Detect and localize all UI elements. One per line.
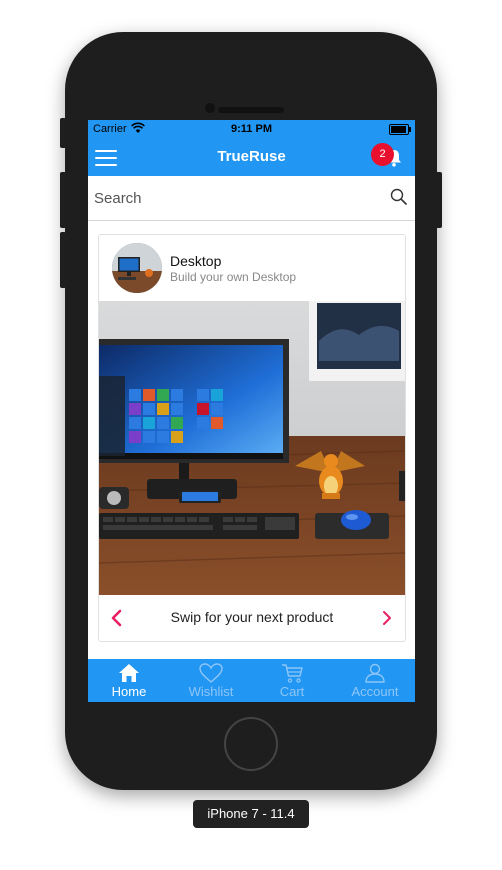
mute-switch	[60, 118, 66, 148]
clock: 9:11 PM	[231, 123, 272, 135]
product-card[interactable]: Desktop Build your own Desktop Swip for …	[98, 234, 406, 642]
tab-label: Wishlist	[188, 684, 234, 699]
tab-label: Home	[111, 684, 147, 699]
power-button	[436, 172, 442, 228]
notification-badge: 2	[371, 143, 394, 166]
bottom-tab-bar: Home Wishlist Cart Account	[88, 659, 415, 702]
home-icon	[119, 664, 139, 682]
swipe-hint: Swip for your next product	[170, 609, 334, 625]
volume-down-button	[60, 232, 66, 288]
tab-home[interactable]: Home	[92, 659, 166, 702]
card-title: Desktop	[170, 253, 222, 269]
status-bar: Carrier 9:11 PM	[88, 120, 415, 140]
volume-up-button	[60, 172, 66, 228]
product-image[interactable]	[99, 301, 405, 595]
search-icon[interactable]	[390, 188, 408, 206]
battery-icon	[389, 124, 411, 135]
app-screen: Carrier 9:11 PM TrueRuse 2 Search Deskto…	[88, 120, 415, 702]
tab-cart[interactable]: Cart	[255, 659, 329, 702]
tab-wishlist[interactable]: Wishlist	[174, 659, 248, 702]
card-subtitle: Build your own Desktop	[170, 270, 297, 284]
user-icon	[365, 663, 385, 683]
app-title: TrueRuse	[217, 148, 286, 165]
home-button[interactable]	[224, 717, 278, 771]
tab-label: Cart	[279, 684, 305, 699]
simulator-device-label: iPhone 7 - 11.4	[193, 800, 309, 828]
card-footer: Swip for your next product	[99, 595, 405, 641]
chevron-right-icon[interactable]	[379, 609, 395, 627]
top-navigation-bar: TrueRuse 2	[88, 140, 415, 176]
product-avatar	[112, 243, 162, 293]
search-input[interactable]	[94, 186, 374, 210]
tab-account[interactable]: Account	[338, 659, 412, 702]
tab-label: Account	[351, 684, 399, 699]
heart-icon	[199, 663, 223, 683]
earpiece-speaker	[218, 107, 284, 113]
cart-icon	[282, 664, 303, 683]
search-bar	[88, 176, 415, 221]
front-camera	[205, 103, 215, 113]
